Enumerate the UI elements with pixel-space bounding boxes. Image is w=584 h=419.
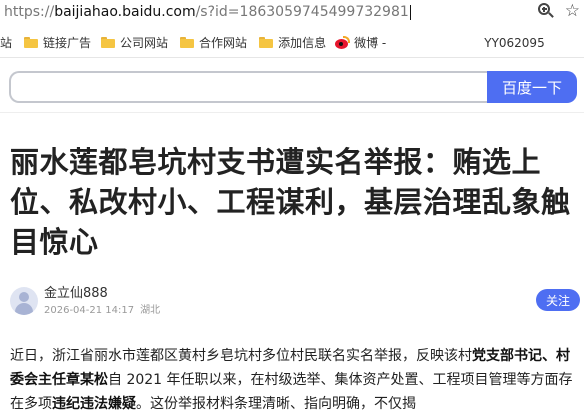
folder-icon (101, 37, 116, 48)
address-bar[interactable]: https://baijiahao.baidu.com/s?id=1863059… (4, 2, 411, 22)
search-input[interactable] (9, 71, 487, 103)
bookmark-label: YY062095 (484, 35, 545, 50)
folder-icon (180, 37, 195, 48)
bookmark-user-id[interactable]: YY062095 (481, 31, 547, 55)
bookmark-folder-company[interactable]: 公司网站 (98, 31, 171, 55)
bookmark-label: 站 (0, 36, 13, 50)
folder-icon (259, 37, 274, 48)
url-scheme: https:// (4, 4, 55, 20)
url-host: baijiahao.baidu.com (54, 4, 196, 20)
paragraph-bold: 违纪违法嫌疑 (52, 396, 136, 412)
bookmark-folder-ads[interactable]: 链接广告 (21, 31, 94, 55)
author-meta: 2026-04-21 14:17 湖北 (44, 304, 160, 318)
article-title: 丽水莲都皂坑村支书遭实名举报：贿选上位、私改村小、工程谋利，基层治理乱象触目惊心 (10, 145, 571, 259)
avatar-icon[interactable] (10, 287, 38, 315)
bookmark-weibo[interactable]: 微博 - (331, 31, 389, 55)
bookmark-folder-partner[interactable]: 合作网站 (177, 31, 250, 55)
bookmark-label: 微博 - (354, 36, 387, 50)
zoom-in-icon[interactable] (537, 2, 555, 20)
publish-location: 湖北 (140, 305, 161, 316)
folder-icon (24, 37, 39, 48)
bookmark-label: 链接广告 (43, 36, 92, 50)
follow-button[interactable]: 关注 (536, 289, 580, 311)
text-caret (409, 4, 411, 20)
bookmark-label: 添加信息 (278, 36, 327, 50)
bookmarks-bar: 站 链接广告 公司网站 合作网站 添加信息 微博 - YY062095 (0, 28, 584, 58)
search-button[interactable]: 百度一下 (487, 71, 577, 103)
bookmark-label: 合作网站 (199, 36, 248, 50)
header-divider (0, 112, 584, 113)
author-name[interactable]: 金立仙888 (44, 285, 108, 303)
bookmark-label: 公司网站 (120, 36, 169, 50)
publish-date: 2026-04-21 14:17 (44, 305, 135, 316)
search-bar: 百度一下 (9, 71, 577, 103)
author-row: 金立仙888 2026-04-21 14:17 湖北 关注 (10, 285, 580, 321)
bookmark-folder-addinfo[interactable]: 添加信息 (256, 31, 329, 55)
paragraph-text: 近日，浙江省丽水市莲都区黄村乡皂坑村多位村民联名实名举报，反映该村 (10, 348, 472, 364)
address-bar-actions: ☆ (537, 2, 580, 20)
bookmark-partial[interactable]: 站 (0, 31, 15, 55)
address-bar-row: https://baijiahao.baidu.com/s?id=1863059… (0, 0, 584, 24)
url-path: /s?id=1863059745499732981 (195, 4, 409, 20)
paragraph-text: 。这份举报材料条理清晰、指向明确，不仅揭 (136, 396, 416, 412)
weibo-icon (334, 35, 351, 50)
star-icon[interactable]: ☆ (565, 2, 580, 20)
article-paragraph: 近日，浙江省丽水市莲都区黄村乡皂坑村多位村民联名实名举报，反映该村党支部书记、村… (10, 344, 580, 416)
